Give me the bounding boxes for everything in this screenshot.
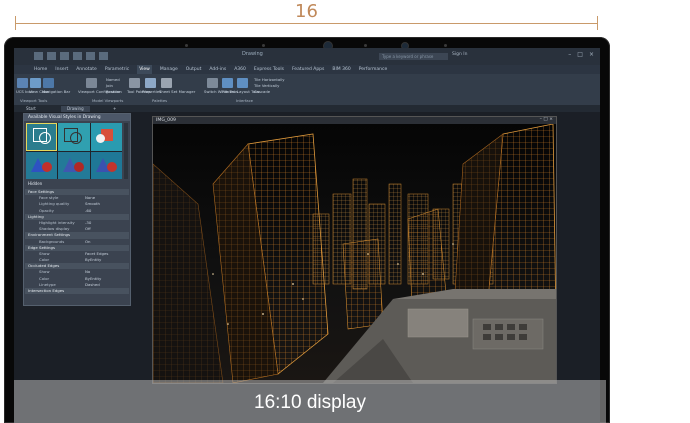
sheet-set-manager-label: Sheet Set Manager [159, 89, 196, 94]
viewport-configuration-button[interactable] [86, 78, 97, 88]
ribbon-tab-annotate[interactable]: Annotate [76, 65, 97, 74]
sensor-dot [262, 44, 265, 47]
layout-tabs-button[interactable] [237, 78, 248, 88]
dimension-label: 16 [295, 1, 318, 22]
visual-style-thumbnail[interactable] [90, 123, 122, 151]
document-tabs: Start Drawing + [14, 105, 600, 112]
ribbon-tab-performance[interactable]: Performance [359, 65, 388, 74]
dimension-tick-right [597, 16, 598, 30]
ribbon-tab-parametric[interactable]: Parametric [105, 65, 129, 74]
ribbon-tab-a360[interactable]: A360 [234, 65, 246, 74]
save-icon[interactable] [60, 52, 69, 60]
ribbon-tab-featured-apps[interactable]: Featured Apps [292, 65, 324, 74]
app-title: Drawing [242, 51, 263, 57]
visual-style-thumbnails [26, 123, 122, 179]
file-tabs-label: File Tabs [222, 89, 238, 94]
selected-style-name: Hidden [28, 181, 43, 186]
tile-horizontally-button[interactable]: Tile Horizontally [254, 77, 285, 82]
sensor-dot [185, 44, 188, 47]
ribbon-panel: UCS Icon View Cube Navigation Bar Viewpo… [14, 74, 600, 105]
sensor-dot [444, 44, 447, 47]
property-section-header: Intersection Edges [25, 288, 129, 295]
visual-style-properties: Face Settings Face style None Lighting qual… [25, 189, 129, 295]
dimension-tick-left [15, 16, 16, 30]
tile-vertically-button[interactable]: Tile Vertically [254, 83, 279, 88]
switch-windows-button[interactable] [207, 78, 218, 88]
ribbon-tabs: Home Insert Annotate Parametric View Manage Ou… [14, 65, 600, 74]
maximize-icon[interactable]: □ [577, 51, 583, 58]
new-tab-icon[interactable]: + [107, 106, 122, 112]
ribbon-tab-insert[interactable]: Insert [55, 65, 68, 74]
visual-style-thumbnail[interactable] [58, 151, 90, 179]
undo-icon[interactable] [86, 52, 95, 60]
quick-access-toolbar [34, 52, 108, 60]
palette-side-strip [14, 112, 22, 423]
search-input[interactable]: Type a keyword or phrase [379, 53, 448, 60]
redo-icon[interactable] [99, 52, 108, 60]
width-dimension: 16 [15, 1, 598, 35]
caption-band: 16:10 display [14, 380, 606, 423]
sphere-shaded-icon [42, 161, 52, 172]
ribbon-tab-home[interactable]: Home [34, 65, 47, 74]
doc-tab-start[interactable]: Start [20, 106, 42, 112]
sensor-dot [364, 44, 367, 47]
tool-palettes-button[interactable] [129, 78, 140, 88]
dimension-line [15, 23, 598, 24]
sphere-shaded-icon [74, 161, 85, 172]
screen: Drawing Type a keyword or phrase Sign In… [14, 48, 600, 423]
sign-in-button[interactable]: Sign In [452, 52, 467, 57]
cascade-button[interactable]: Cascade [254, 89, 270, 94]
window-controls: – □ × [568, 51, 594, 58]
app-titlebar: Drawing Type a keyword or phrase Sign In… [14, 48, 600, 65]
ribbon-tab-output[interactable]: Output [186, 65, 202, 74]
group-title-palettes: Palettes [152, 98, 168, 103]
palette-header: Available Visual Styles in Drawing [24, 114, 130, 121]
named-button[interactable]: Named [106, 77, 120, 82]
file-tabs-button[interactable] [222, 78, 233, 88]
laptop-bezel: Drawing Type a keyword or phrase Sign In… [4, 37, 610, 423]
minimize-icon[interactable]: – [568, 51, 571, 58]
palette-scrollbar[interactable] [124, 123, 128, 179]
ribbon-tab-bim-360[interactable]: BIM 360 [332, 65, 350, 74]
navigation-bar-label: Navigation Bar [42, 89, 71, 94]
ribbon-tab-view[interactable]: View [137, 65, 152, 74]
group-title-interface: Interface [236, 98, 253, 103]
ribbon-tab-manage[interactable]: Manage [160, 65, 178, 74]
doc-tab-drawing[interactable]: Drawing [61, 106, 90, 112]
city-render-image [153, 124, 556, 383]
ribbon-tab-express-tools[interactable]: Express Tools [254, 65, 284, 74]
open-icon[interactable] [47, 52, 56, 60]
join-button[interactable]: Join [106, 83, 113, 88]
ribbon-tab-add-ins[interactable]: Add-ins [209, 65, 226, 74]
ucs-icon-button[interactable] [17, 78, 28, 88]
visual-style-thumbnail[interactable] [58, 123, 90, 151]
visual-style-thumbnail[interactable] [90, 151, 122, 179]
group-title-viewport-tools: Viewport Tools [20, 98, 48, 103]
visual-style-thumbnail[interactable] [26, 123, 58, 151]
navigation-bar-button[interactable] [43, 78, 54, 88]
sphere-outline-icon [70, 132, 83, 144]
viewport-title: IMG_009 [153, 117, 556, 124]
sphere-shaded-icon [106, 161, 117, 172]
sheet-set-manager-button[interactable] [161, 78, 172, 88]
visual-style-thumbnail[interactable] [26, 151, 58, 179]
view-cube-button[interactable] [30, 78, 41, 88]
restore-button[interactable]: Restore [106, 89, 120, 94]
close-icon[interactable]: × [589, 51, 594, 58]
sphere-shaded-icon [95, 134, 105, 143]
properties-button[interactable] [145, 78, 156, 88]
visual-styles-palette: Available Visual Styles in Drawing Hidde… [23, 113, 131, 306]
image-viewport: IMG_009 – □ × [152, 116, 557, 384]
caption-text: 16:10 display [254, 392, 366, 413]
print-icon[interactable] [73, 52, 82, 60]
group-title-model-viewports: Model Viewports [92, 98, 124, 103]
sphere-outline-icon [39, 132, 51, 144]
viewport-window-controls[interactable]: – □ × [540, 117, 553, 122]
new-icon[interactable] [34, 52, 43, 60]
